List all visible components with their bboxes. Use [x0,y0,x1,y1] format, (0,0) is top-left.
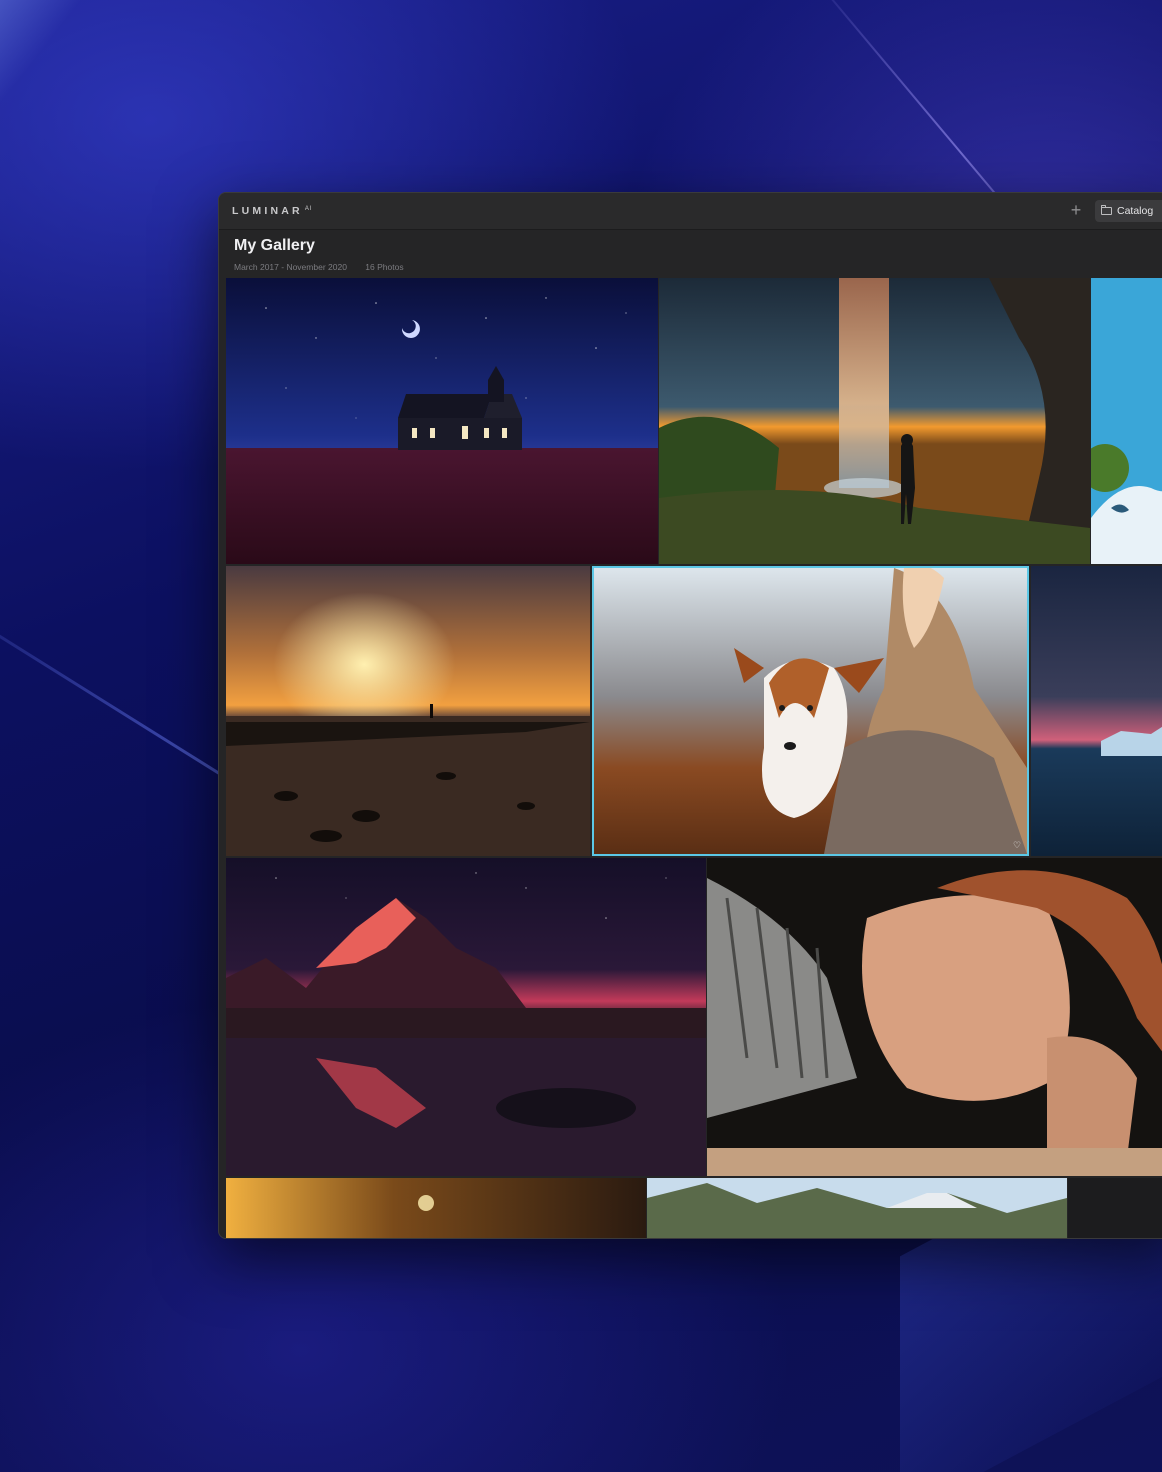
photo-iceberg [1031,566,1162,856]
logo-text: LUMINAR [232,205,303,217]
photo-cafe [226,1178,646,1238]
photo-tile[interactable] [1031,566,1162,856]
photo-waterfall [659,278,1090,564]
photo-tile[interactable] [1068,1178,1162,1238]
photo-count: 16 Photos [365,262,404,272]
photo-tile[interactable] [226,278,658,564]
heart-icon[interactable]: ♡ [1013,841,1022,850]
catalog-button[interactable]: Catalog [1095,200,1162,222]
photo-dark [1068,1178,1162,1238]
app-window: LUMINAR AI + Catalog My Gallery March 201… [218,192,1162,1239]
photo-portrait-man [707,858,1162,1176]
photo-church-night [226,278,658,564]
page-title: My Gallery [234,237,315,254]
photo-tile-selected[interactable]: ♡ [592,566,1029,856]
logo-superscript: AI [304,205,313,212]
photo-tile[interactable] [226,566,590,856]
photo-snow-tree [1091,278,1162,564]
title-bar: LUMINAR AI + Catalog [219,193,1162,230]
photo-tile[interactable] [1091,278,1162,564]
light-streak [0,0,171,754]
photo-tile[interactable] [659,278,1090,564]
photo-tile[interactable] [647,1178,1067,1238]
photo-dog [594,568,1027,854]
photo-tile[interactable] [226,1178,646,1238]
photo-tile[interactable] [707,858,1162,1176]
photo-sunset-pier [226,566,590,856]
gallery-meta: March 2017 - November 2020 16 Photos [234,262,420,272]
photo-mountain-range [647,1178,1067,1238]
catalog-label: Catalog [1117,205,1154,217]
add-button[interactable]: + [1067,201,1085,219]
photo-tile[interactable] [226,858,706,1176]
photo-grid: ♡ [219,278,1162,1238]
date-range: March 2017 - November 2020 [234,262,347,272]
photo-mountain-night [226,858,706,1176]
folder-icon [1101,205,1112,215]
app-logo: LUMINAR AI [232,205,312,217]
